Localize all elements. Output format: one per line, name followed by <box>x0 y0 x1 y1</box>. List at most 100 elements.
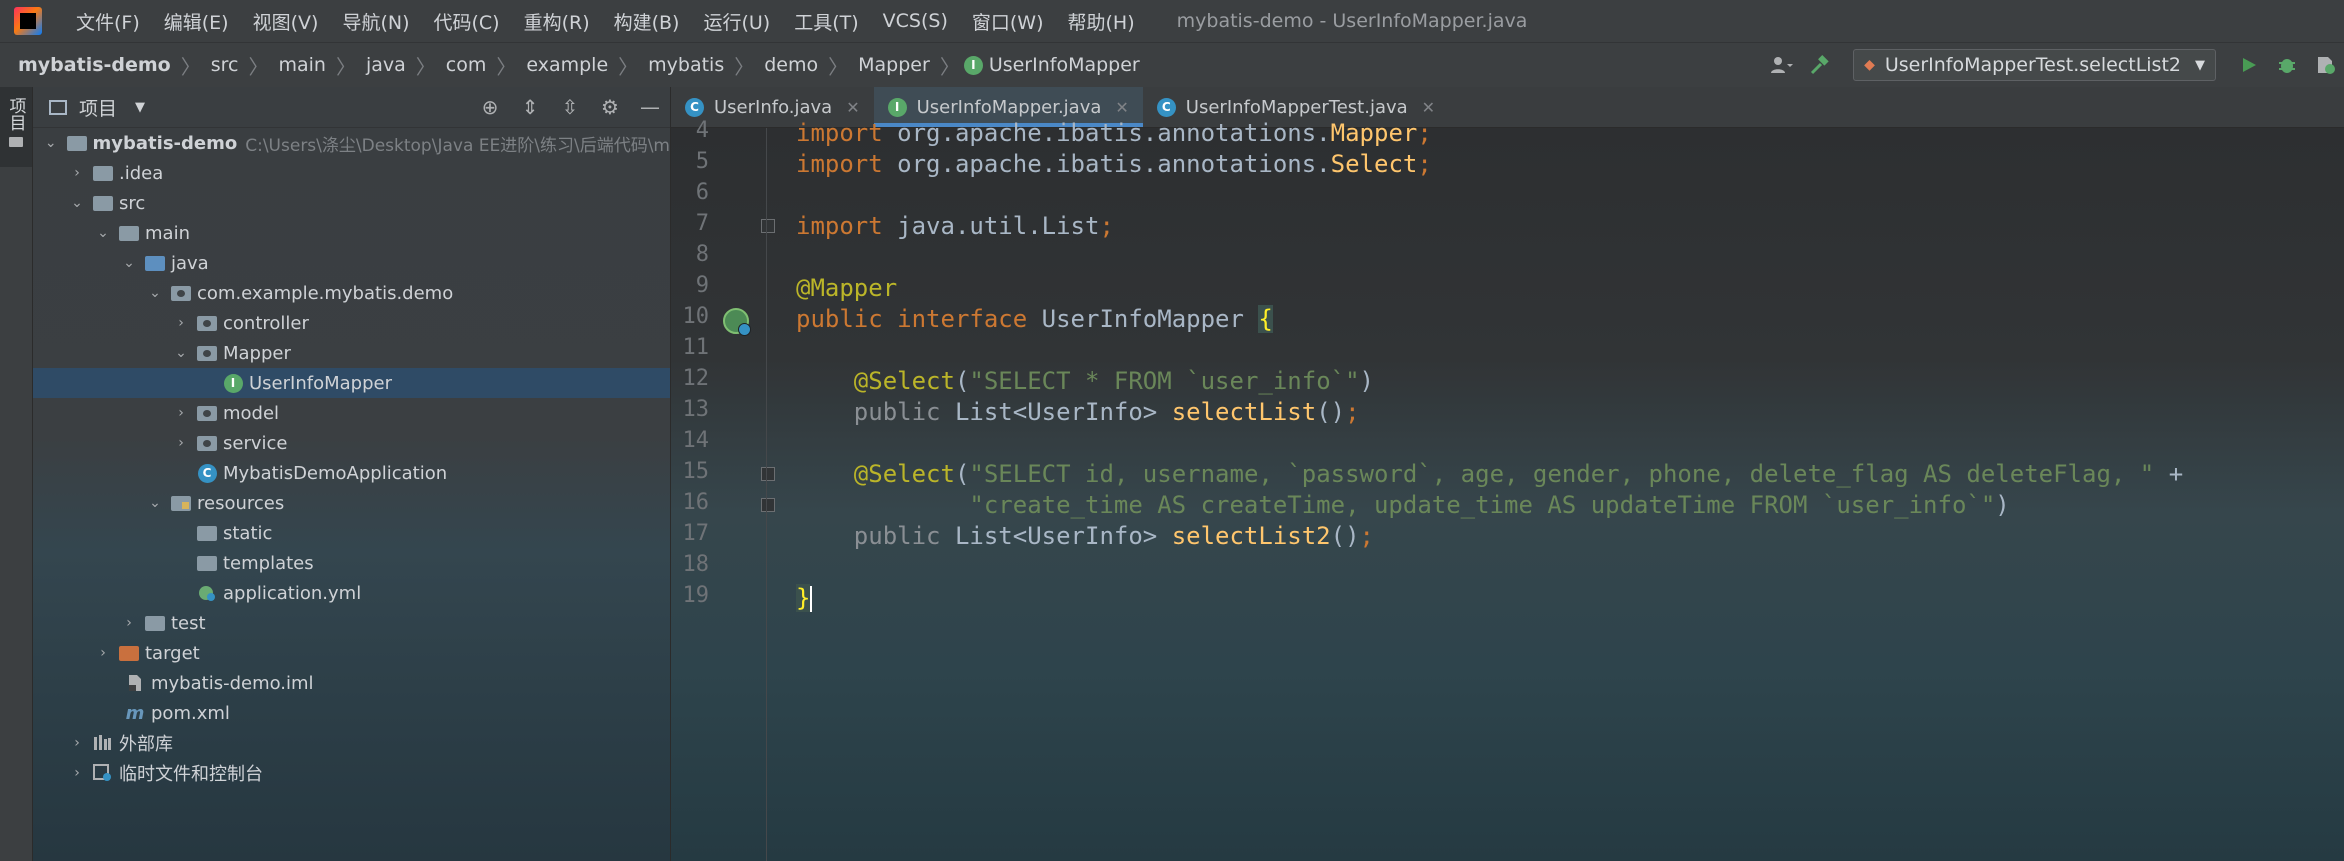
tree-item-package-root[interactable]: ⌄ com.example.mybatis.demo <box>33 278 670 308</box>
hide-panel-icon[interactable]: — <box>630 87 670 127</box>
collapse-all-icon[interactable]: ⇳ <box>550 87 590 127</box>
chevron-down-icon[interactable]: ⌄ <box>67 195 87 211</box>
tree-item-static[interactable]: static <box>33 518 670 548</box>
tree-item-label: main <box>145 222 190 244</box>
tree-item-target[interactable]: › target <box>33 638 670 668</box>
tree-item-model[interactable]: › model <box>33 398 670 428</box>
tree-item-resources[interactable]: ⌄ resources <box>33 488 670 518</box>
chevron-right-icon[interactable]: › <box>171 435 191 451</box>
user-profile-icon[interactable] <box>1765 48 1799 82</box>
code-line: import org.apache.ibatis.annotations.Sel… <box>796 149 1432 180</box>
maven-icon: m <box>125 702 145 724</box>
tree-item-label: MybatisDemoApplication <box>223 462 448 484</box>
line-number: 6 <box>695 180 709 205</box>
locate-target-icon[interactable]: ⊕ <box>470 87 510 127</box>
breadcrumb-item-java[interactable]: java <box>360 54 412 76</box>
tree-item-project-root[interactable]: ⌄ mybatis-demo C:\Users\涤尘\Desktop\Java … <box>33 128 670 158</box>
chevron-down-icon[interactable]: ⌄ <box>145 495 165 511</box>
coverage-icon[interactable] <box>2308 48 2342 82</box>
tree-item-src[interactable]: ⌄ src <box>33 188 670 218</box>
chevron-right-icon[interactable]: › <box>93 645 113 661</box>
expand-all-icon[interactable]: ⇕ <box>510 87 550 127</box>
breadcrumb-item-mapper[interactable]: Mapper <box>852 54 936 76</box>
menu-tools[interactable]: 工具(T) <box>782 8 870 35</box>
chevron-right-icon[interactable]: › <box>67 765 87 781</box>
menu-file[interactable]: 文件(F) <box>64 8 152 35</box>
folder-icon <box>197 555 217 571</box>
menu-refactor[interactable]: 重构(R) <box>512 8 602 35</box>
code-token: org.apache.ibatis.annotations. <box>882 119 1331 147</box>
tree-item-templates[interactable]: templates <box>33 548 670 578</box>
menu-help[interactable]: 帮助(H) <box>1056 8 1147 35</box>
menu-edit[interactable]: 编辑(E) <box>152 8 241 35</box>
project-tool-window-button[interactable]: 项目 <box>0 87 32 167</box>
spring-bean-gutter-icon[interactable] <box>723 308 751 336</box>
project-panel-tools: ⊕ ⇕ ⇳ ⚙ — <box>470 87 670 127</box>
folder-icon <box>93 195 113 211</box>
chevron-down-icon[interactable]: ⌄ <box>41 135 61 151</box>
menu-build[interactable]: 构建(B) <box>602 8 692 35</box>
breadcrumb-item-userinfomapper[interactable]: UserInfoMapper <box>983 54 1146 76</box>
chevron-right-icon[interactable]: › <box>171 315 191 331</box>
tree-item-java[interactable]: ⌄ java <box>33 248 670 278</box>
run-configuration-select[interactable]: ◆ UserInfoMapperTest.selectList2 ▼ <box>1853 49 2216 81</box>
menu-window[interactable]: 窗口(W) <box>960 8 1056 35</box>
breadcrumb-item-mybatis[interactable]: mybatis <box>642 54 730 76</box>
menu-code[interactable]: 代码(C) <box>421 8 511 35</box>
run-toolbar: ◆ UserInfoMapperTest.selectList2 ▼ <box>1763 43 2344 87</box>
close-icon[interactable]: ✕ <box>1422 98 1435 117</box>
tree-item-test[interactable]: › test <box>33 608 670 638</box>
close-icon[interactable]: ✕ <box>846 98 859 117</box>
fold-marker-icon[interactable] <box>761 498 775 512</box>
chevron-right-icon[interactable]: › <box>67 735 87 751</box>
run-icon[interactable] <box>2232 48 2266 82</box>
close-icon[interactable]: ✕ <box>1115 98 1128 117</box>
tree-item-external-libraries[interactable]: › 外部库 <box>33 728 670 758</box>
breadcrumb-item-com[interactable]: com <box>440 54 493 76</box>
breadcrumb-item-src[interactable]: src <box>205 54 245 76</box>
code-area[interactable]: import org.apache.ibatis.annotations.Map… <box>796 119 2344 861</box>
package-icon <box>171 285 191 301</box>
menu-view[interactable]: 视图(V) <box>241 8 331 35</box>
breadcrumb-item-project[interactable]: mybatis-demo <box>0 54 177 76</box>
tree-item-userinfomapper[interactable]: I UserInfoMapper <box>33 368 670 398</box>
breadcrumb-item-example[interactable]: example <box>520 54 614 76</box>
tree-item-pom[interactable]: m pom.xml <box>33 698 670 728</box>
debug-bug-icon[interactable] <box>2270 48 2304 82</box>
breadcrumb-item-main[interactable]: main <box>272 54 331 76</box>
chevron-right-icon[interactable]: › <box>171 405 191 421</box>
breadcrumb-separator-icon: 〉 <box>734 54 755 79</box>
chevron-right-icon[interactable]: › <box>119 615 139 631</box>
chevron-down-icon[interactable]: ⌄ <box>93 225 113 241</box>
menu-vcs[interactable]: VCS(S) <box>871 10 960 32</box>
chevron-right-icon[interactable]: › <box>67 165 87 181</box>
code-token: import <box>796 119 883 147</box>
fold-marker-icon[interactable] <box>761 467 775 481</box>
gear-icon[interactable]: ⚙ <box>590 87 630 127</box>
resources-folder-icon <box>171 495 191 511</box>
folder-icon <box>9 137 23 147</box>
tree-item-controller[interactable]: › controller <box>33 308 670 338</box>
chevron-down-icon[interactable]: ⌄ <box>145 285 165 301</box>
build-hammer-icon[interactable] <box>1803 48 1837 82</box>
fold-marker-icon[interactable] <box>761 219 775 233</box>
tree-item-idea[interactable]: › .idea <box>33 158 670 188</box>
code-token: selectList2 <box>1171 522 1331 550</box>
tree-item-mapper[interactable]: ⌄ Mapper <box>33 338 670 368</box>
menu-run[interactable]: 运行(U) <box>691 8 782 35</box>
breadcrumb-item-demo[interactable]: demo <box>758 54 824 76</box>
line-number: 12 <box>682 366 710 391</box>
iml-file-icon <box>125 675 145 691</box>
tree-item-service[interactable]: › service <box>33 428 670 458</box>
chevron-down-icon[interactable]: ⌄ <box>171 345 191 361</box>
menu-navigate[interactable]: 导航(N) <box>330 8 421 35</box>
tree-item-application-class[interactable]: C MybatisDemoApplication <box>33 458 670 488</box>
tree-item-label: pom.xml <box>151 702 230 724</box>
chevron-down-icon[interactable]: ⌄ <box>119 255 139 271</box>
tree-item-scratches[interactable]: › 临时文件和控制台 <box>33 758 670 788</box>
chevron-down-icon[interactable]: ▼ <box>135 100 145 115</box>
tree-item-iml[interactable]: mybatis-demo.iml <box>33 668 670 698</box>
tree-item-application-yml[interactable]: application.yml <box>33 578 670 608</box>
project-panel-title[interactable]: 项目 <box>79 94 117 121</box>
tree-item-main[interactable]: ⌄ main <box>33 218 670 248</box>
